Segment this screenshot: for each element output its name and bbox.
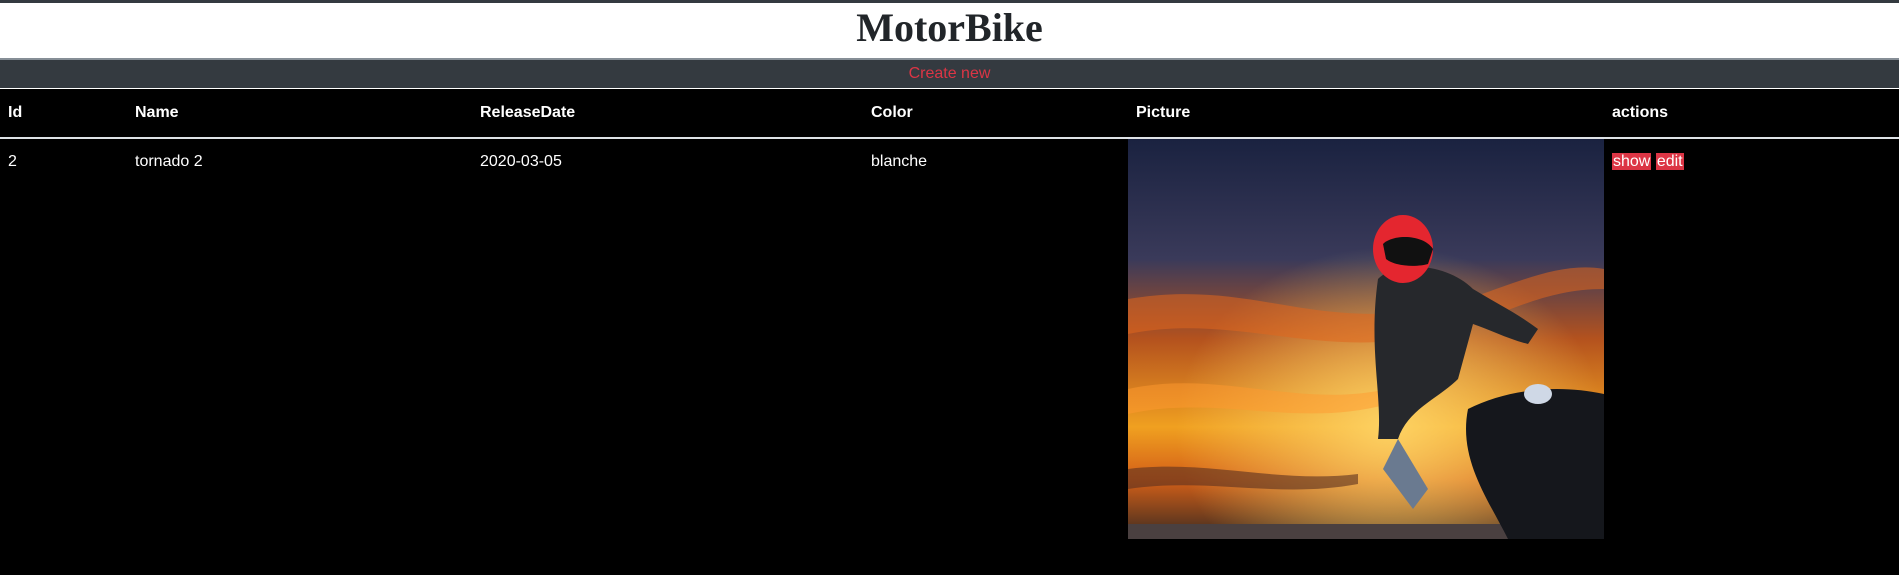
cell-picture — [1128, 138, 1604, 575]
column-header-color: Color — [863, 89, 1128, 139]
navbar: Create new — [0, 60, 1899, 88]
page-header: MotorBike — [0, 0, 1899, 60]
motorbike-picture — [1128, 139, 1604, 539]
cell-id: 2 — [8, 153, 17, 170]
cell-name: tornado 2 — [135, 153, 203, 170]
page-title: MotorBike — [856, 5, 1043, 50]
cell-color: blanche — [871, 153, 928, 170]
cell-release-date: 2020-03-05 — [480, 153, 562, 170]
column-header-id: Id — [0, 89, 127, 139]
show-button[interactable]: show — [1612, 153, 1652, 170]
edit-button[interactable]: edit — [1655, 153, 1684, 170]
table-header-row: Id Name ReleaseDate Color Picture action… — [0, 89, 1899, 139]
cell-actions: show edit — [1604, 138, 1899, 575]
motorbike-table: Id Name ReleaseDate Color Picture action… — [0, 89, 1899, 575]
column-header-name: Name — [127, 89, 472, 139]
column-header-release-date: ReleaseDate — [472, 89, 863, 139]
create-new-link[interactable]: Create new — [909, 65, 991, 82]
table-row: 2 tornado 2 2020-03-05 blanche show edit — [0, 138, 1899, 575]
column-header-actions: actions — [1604, 89, 1899, 139]
column-header-picture: Picture — [1128, 89, 1604, 139]
